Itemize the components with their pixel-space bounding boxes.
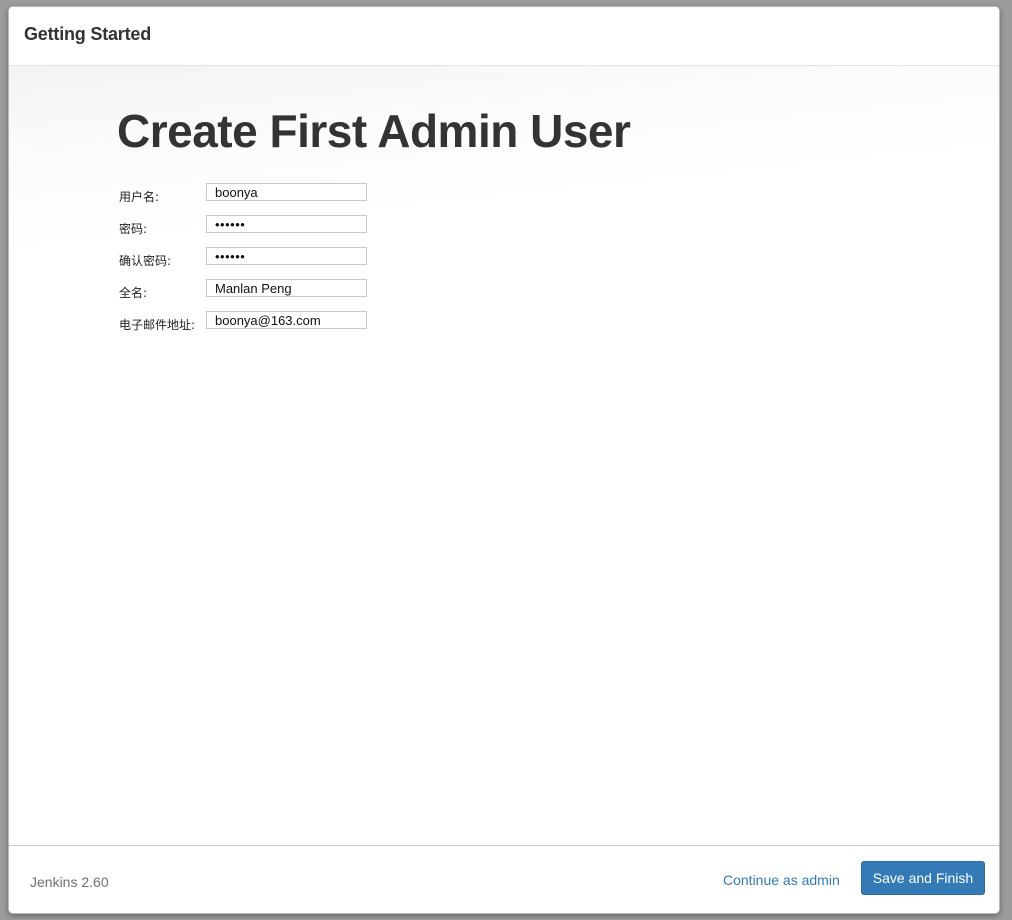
username-label: 用户名: [119,190,160,204]
email-row: 电子邮件地址: boonya@163.com [119,311,379,333]
dialog-body: Create First Admin User 用户名: boonya 密码: … [9,66,999,845]
password-row: 密码: •••••• [119,215,379,237]
fullname-field[interactable]: Manlan Peng [206,279,367,297]
setup-dialog: Getting Started Create First Admin User … [8,6,1000,914]
email-label: 电子邮件地址: [119,318,196,332]
username-row: 用户名: boonya [119,183,379,205]
version-label: Jenkins 2.60 [30,874,109,890]
username-field[interactable]: boonya [206,183,367,201]
dialog-header: Getting Started [9,7,999,66]
confirm-password-row: 确认密码: •••••• [119,247,379,269]
password-field[interactable]: •••••• [206,215,367,233]
dialog-title: Getting Started [24,24,152,44]
fullname-row: 全名: Manlan Peng [119,279,379,301]
save-and-finish-button[interactable]: Save and Finish [861,861,985,895]
page-title: Create First Admin User [117,105,631,157]
continue-as-admin-link[interactable]: Continue as admin [723,872,840,888]
dialog-footer: Jenkins 2.60 Continue as admin Save and … [9,845,999,913]
email-field[interactable]: boonya@163.com [206,311,367,329]
confirm-password-label: 确认密码: [119,254,172,268]
confirm-password-field[interactable]: •••••• [206,247,367,265]
fullname-label: 全名: [119,286,148,300]
password-label: 密码: [119,222,148,236]
